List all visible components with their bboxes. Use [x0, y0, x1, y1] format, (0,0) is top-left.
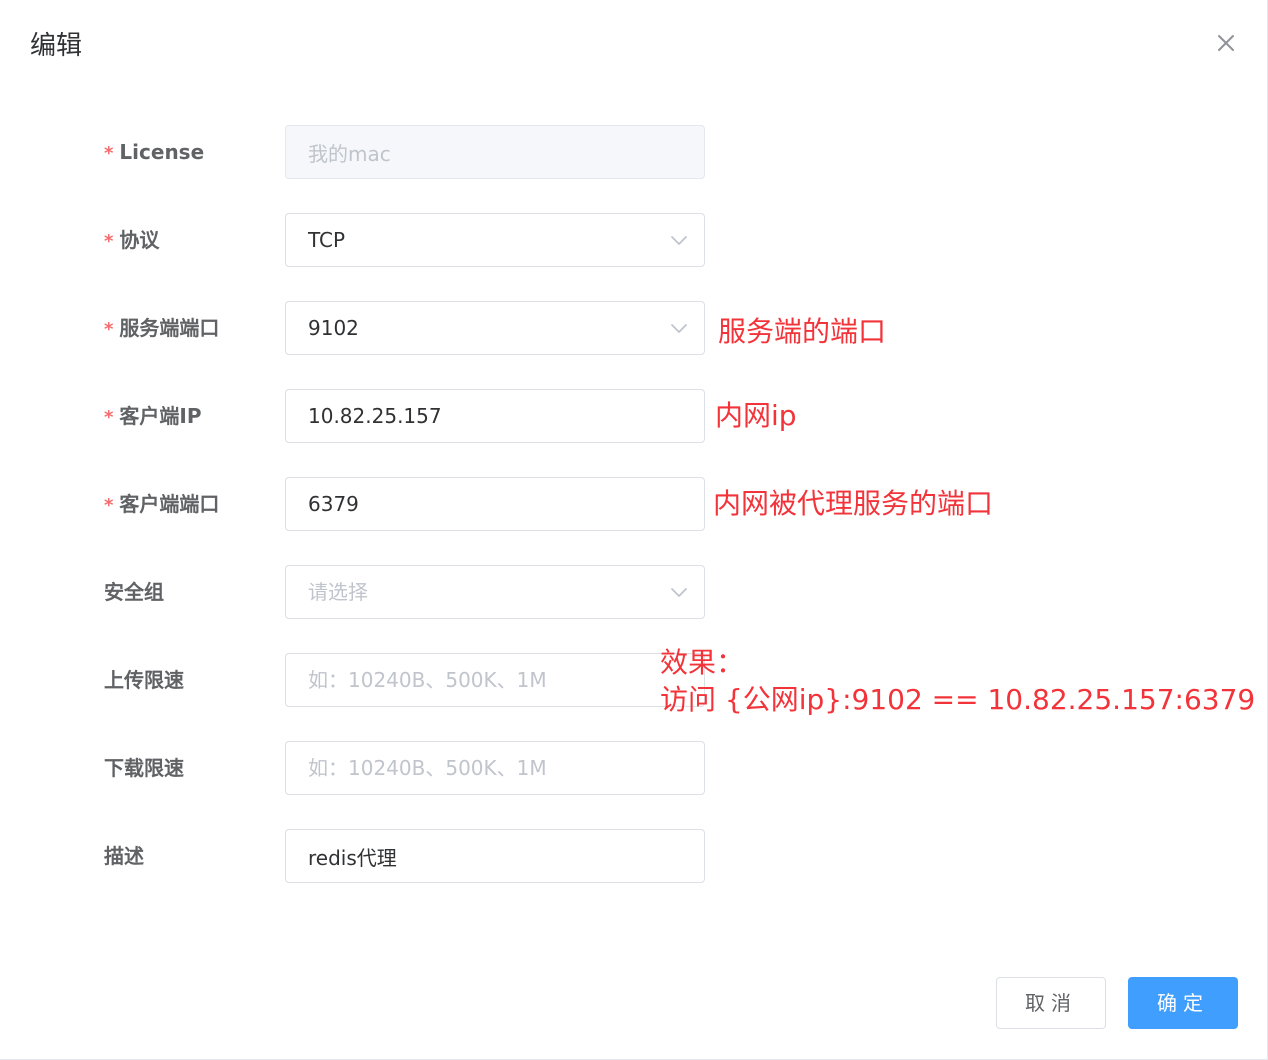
close-icon — [1218, 35, 1234, 51]
download-limit-input[interactable] — [286, 742, 704, 794]
annotation-client-ip: 内网ip — [715, 399, 797, 432]
license-field — [285, 125, 705, 179]
required-mark: * — [104, 319, 114, 340]
security-group-select[interactable]: 请选择 — [285, 565, 705, 619]
required-mark: * — [104, 231, 114, 252]
chevron-down-icon — [671, 588, 687, 597]
security-group-placeholder: 请选择 — [308, 580, 368, 604]
form-row-security-group: 安全组 请选择 — [0, 565, 1268, 619]
confirm-button[interactable]: 确定 — [1128, 977, 1238, 1029]
upload-limit-field[interactable] — [285, 653, 705, 707]
required-mark: * — [104, 407, 114, 428]
license-input — [286, 126, 704, 178]
download-limit-label: 下载限速 — [104, 756, 184, 780]
edit-dialog: 编辑 *License *协议 TCP *服务端端口 9102 — [0, 0, 1268, 1060]
server-port-selected-value: 9102 — [308, 316, 359, 340]
description-input[interactable] — [286, 830, 704, 882]
client-port-input[interactable] — [286, 478, 704, 530]
description-field[interactable] — [285, 829, 705, 883]
protocol-select[interactable]: TCP — [285, 213, 705, 267]
form-row-client-ip: * 客户端IP — [0, 389, 1268, 443]
client-port-label: * 客户端端口 — [104, 492, 220, 516]
form-row-protocol: * 协议 TCP — [0, 213, 1268, 267]
protocol-selected-value: TCP — [308, 228, 346, 252]
server-port-select[interactable]: 9102 — [285, 301, 705, 355]
protocol-label: * 协议 — [104, 228, 160, 252]
client-ip-input[interactable] — [286, 390, 704, 442]
required-mark: * — [104, 143, 114, 164]
download-limit-field[interactable] — [285, 741, 705, 795]
license-label: * License — [104, 140, 205, 164]
annotation-client-port: 内网被代理服务的端口 — [713, 487, 994, 520]
client-ip-label: * 客户端IP — [104, 404, 202, 428]
client-ip-field[interactable] — [285, 389, 705, 443]
security-group-label: 安全组 — [104, 580, 164, 604]
required-mark: * — [104, 495, 114, 516]
chevron-down-icon — [671, 324, 687, 333]
annotation-server-port: 服务端的端口 — [718, 315, 887, 348]
form-row-download-limit: 下载限速 — [0, 741, 1268, 795]
chevron-down-icon — [671, 236, 687, 245]
form-row-description: 描述 — [0, 829, 1268, 883]
form-row-server-port: * 服务端端口 9102 — [0, 301, 1268, 355]
server-port-label: * 服务端端口 — [104, 316, 220, 340]
close-button[interactable] — [1208, 26, 1242, 60]
upload-limit-input[interactable] — [286, 654, 704, 706]
form-row-client-port: * 客户端端口 — [0, 477, 1268, 531]
upload-limit-label: 上传限速 — [104, 668, 184, 692]
description-label: 描述 — [104, 844, 144, 868]
dialog-title: 编辑 — [30, 31, 83, 61]
annotation-effect-detail: 访问 {公网ip}:9102 == 10.82.25.157:6379 — [660, 683, 1256, 716]
client-port-field[interactable] — [285, 477, 705, 531]
form-row-license: * License — [0, 125, 1268, 179]
annotation-effect-title: 效果： — [660, 646, 745, 679]
cancel-button[interactable]: 取消 — [996, 977, 1106, 1029]
